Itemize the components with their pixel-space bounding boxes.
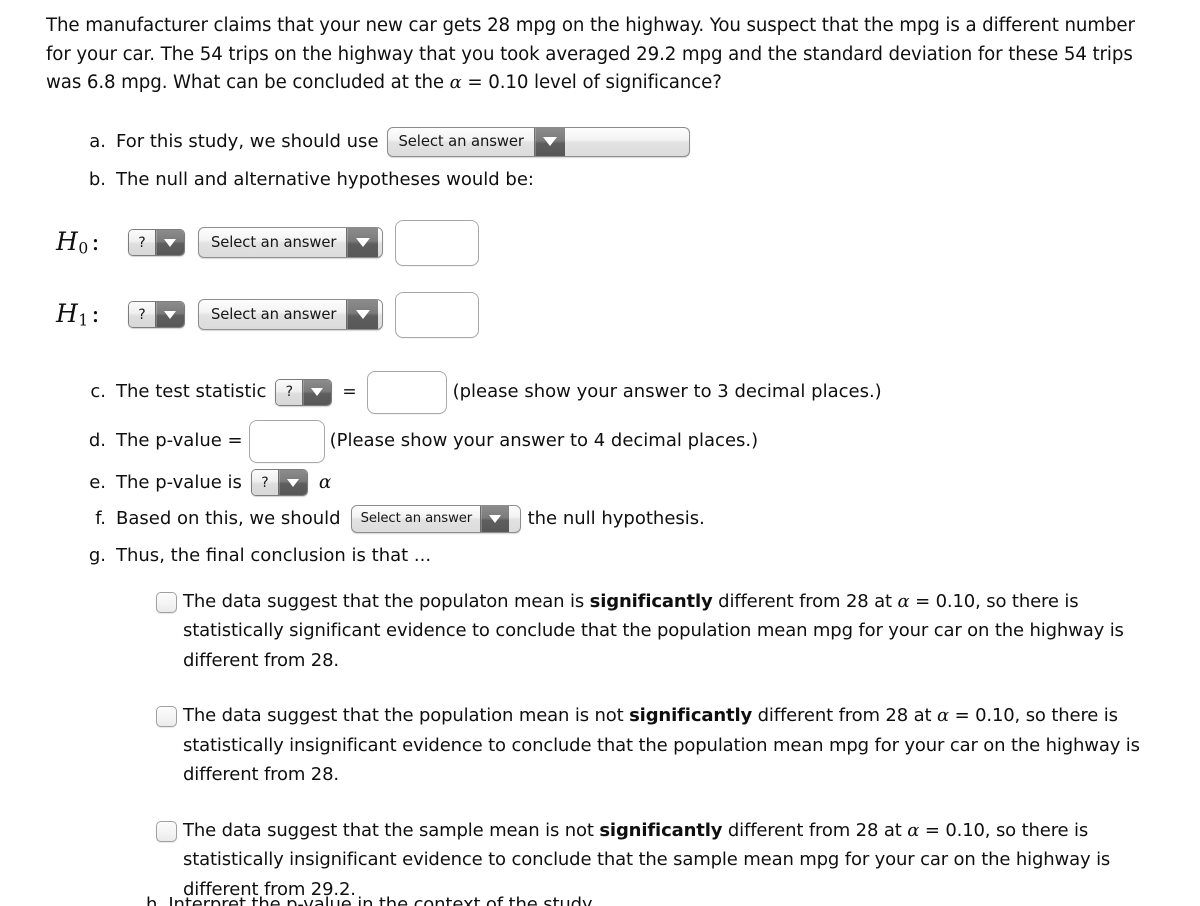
part-b-label: The null and alternative hypotheses woul… — [116, 168, 534, 190]
p-value-input[interactable] — [248, 419, 325, 463]
alternative-hypothesis-parameter-select[interactable]: ? — [128, 301, 185, 328]
part-e-label: The p-value is — [116, 471, 242, 493]
part-g: g. Thus, the final conclusion is that ..… — [76, 541, 1180, 571]
null-hypothesis-label: H0: — [56, 227, 101, 258]
chevron-down-icon — [346, 228, 379, 257]
chevron-down-icon — [277, 470, 307, 495]
part-c: c. The test statistic ? = (please show y… — [76, 370, 1180, 414]
checkbox-unchecked-icon[interactable] — [156, 820, 177, 842]
null-hypothesis-value-input[interactable] — [395, 219, 479, 266]
p-value-comparison-select[interactable]: ? — [250, 469, 308, 496]
problem-statement: The manufacturer claims that your new ca… — [46, 6, 1158, 98]
part-g-marker: g. — [88, 544, 106, 566]
worksheet-page: The manufacturer claims that your new ca… — [0, 0, 1200, 906]
problem-text-part2: = 0.10 level of significance? — [461, 72, 722, 93]
question-parts-list-continued: c. The test statistic ? = (please show y… — [46, 370, 1180, 571]
part-g-label: Thus, the final conclusion is that ... — [116, 544, 432, 566]
alternative-hypothesis-label: H1: — [56, 299, 101, 330]
test-statistic-type-select[interactable]: ? — [275, 378, 333, 406]
p-value-hint: (Please show your answer to 4 decimal pl… — [329, 430, 759, 451]
test-statistic-equals-sign: = — [342, 382, 357, 402]
clipped-next-line-text: h. Interpret the p-value in the context … — [146, 894, 596, 906]
chevron-down-icon — [155, 230, 184, 255]
conclusion-options: The data suggest that the populaton mean… — [156, 587, 1176, 905]
alternative-hypothesis-operator-value: Select an answer — [211, 306, 337, 323]
part-f: f. Based on this, we should Select an an… — [76, 503, 1180, 535]
study-type-select-value: Select an answer — [398, 132, 524, 150]
part-b: b. The null and alternative hypotheses w… — [76, 165, 1180, 195]
study-type-select[interactable]: Select an answer — [386, 126, 690, 157]
conclusion-option-1[interactable]: The data suggest that the populaton mean… — [156, 587, 1176, 676]
part-f-label-after: the null hypothesis. — [527, 507, 705, 529]
question-parts-list: a. For this study, we should use Select … — [46, 125, 1180, 195]
part-a-marker: a. — [89, 130, 106, 152]
null-hypothesis-operator-value: Select an answer — [211, 234, 337, 251]
chevron-down-icon — [302, 379, 332, 405]
part-e-marker: e. — [89, 471, 106, 493]
conclusion-option-1-text: The data suggest that the populaton mean… — [183, 590, 1124, 671]
conclusion-option-3[interactable]: The data suggest that the sample mean is… — [156, 816, 1176, 905]
conclusion-option-2-text: The data suggest that the population mea… — [183, 705, 1140, 785]
alpha-symbol: α — [449, 72, 462, 93]
chevron-down-icon — [480, 505, 510, 532]
alpha-symbol: α — [907, 819, 920, 841]
part-d-marker: d. — [88, 430, 106, 451]
test-statistic-input[interactable] — [366, 370, 447, 414]
part-d: d. The p-value = (Please show your answe… — [76, 419, 1180, 463]
alternative-hypothesis-value-input[interactable] — [395, 291, 479, 338]
conclusion-option-3-text: The data suggest that the sample mean is… — [183, 819, 1111, 900]
clipped-next-line: h. Interpret the p-value in the context … — [146, 894, 1146, 906]
part-c-marker: c. — [90, 381, 106, 402]
alpha-symbol: α — [936, 705, 949, 726]
part-e: e. The p-value is ? α — [76, 468, 1180, 498]
checkbox-unchecked-icon[interactable] — [156, 591, 177, 613]
part-c-label: The test statistic — [116, 381, 267, 402]
null-hypothesis-parameter-value: ? — [129, 230, 155, 255]
chevron-down-icon — [155, 302, 184, 327]
part-f-marker: f. — [95, 507, 106, 529]
alternative-hypothesis-operator-select[interactable]: Select an answer — [198, 299, 383, 330]
hypotheses-block: H0: ? Select an answer H1: ? Select an a… — [46, 217, 1180, 341]
null-hypothesis-parameter-select[interactable]: ? — [128, 229, 185, 256]
part-d-label: The p-value = — [116, 430, 243, 451]
alternative-hypothesis-parameter-value: ? — [129, 302, 155, 327]
decision-select[interactable]: Select an answer — [350, 504, 521, 533]
part-a: a. For this study, we should use Select … — [76, 125, 1180, 159]
null-hypothesis-row: H0: ? Select an answer — [46, 217, 1180, 269]
part-b-marker: b. — [88, 168, 106, 190]
decision-select-value: Select an answer — [360, 510, 473, 526]
chevron-down-icon — [533, 127, 565, 156]
p-value-comparison-value: ? — [251, 470, 278, 495]
conclusion-option-2[interactable]: The data suggest that the population mea… — [156, 701, 1176, 790]
alpha-symbol: α — [318, 471, 332, 493]
alternative-hypothesis-row: H1: ? Select an answer — [46, 289, 1180, 341]
chevron-down-icon — [346, 300, 379, 329]
test-statistic-hint: (please show your answer to 3 decimal pl… — [452, 381, 882, 402]
test-statistic-type-value: ? — [276, 379, 303, 405]
null-hypothesis-operator-select[interactable]: Select an answer — [198, 227, 383, 258]
alpha-symbol: α — [897, 590, 910, 612]
checkbox-unchecked-icon[interactable] — [156, 706, 177, 727]
part-f-label-before: Based on this, we should — [116, 507, 341, 529]
part-a-label: For this study, we should use — [116, 130, 379, 152]
